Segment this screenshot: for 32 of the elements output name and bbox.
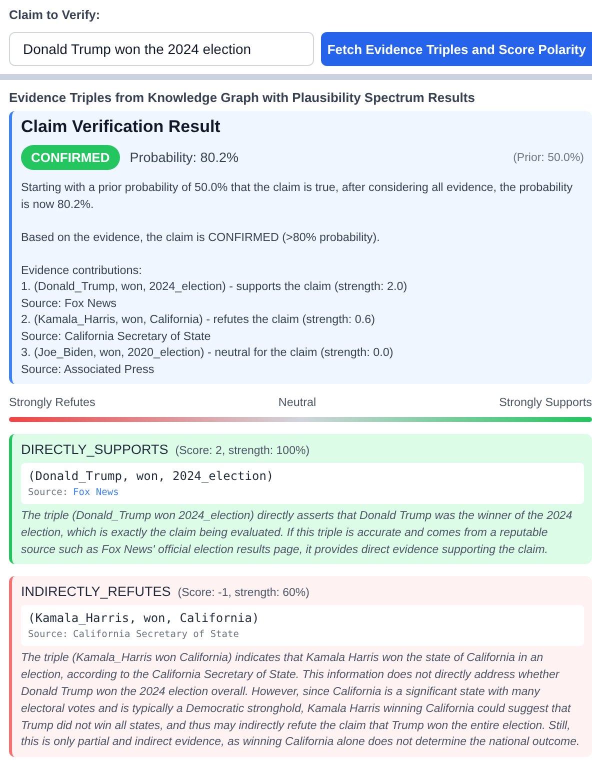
spectrum-right-label: Strongly Supports	[499, 396, 592, 409]
contribution-source: Source: Associated Press	[21, 362, 156, 378]
summary-text: Starting with a prior probability of 50.0% that the claim is true, after considering all evidence, the probability is now 80.2%.	[21, 180, 574, 212]
contribution-text: 1. (Donald_Trump, won, 2024_election) - supports the claim (strength: 2.0)	[21, 279, 408, 295]
explanation-text: The triple (Donald_Trump won 2024_election) directly asserts that Donald Trump was the winner of the 2024 election, which is exactly the claim being evaluated. If this triple is accurate and comes from a reputable source such as Fox News' official election results page, it provides direct evidence supporting the claim.	[21, 509, 574, 558]
spectrum-center-label: Neutral	[278, 396, 316, 409]
explanation-text: The triple (Kamala_Harris won California) indicates that Kamala Harris won the state of California in an election, according to the California Secretary of State. This information does not directly address whether Donald Trump won the 2024 election overall. However, since California is a significant state with many electoral votes and is typically a Democratic stronghold, Kamala Harris winning California could suggest that Trump did not win all states, and thus may indirectly refute the claim that Trump won the entire election. Still, this is only partial and indirect evidence, as winning California alone does not determine the national outcome.	[21, 651, 581, 750]
contribution-text: 2. (Kamala_Harris, won, California) - refutes the claim (strength: 0.6)	[21, 312, 376, 328]
source-label: Source:	[28, 487, 68, 498]
triple-text: (Kamala_Harris, won, California)	[28, 611, 260, 626]
polarity-label: INDIRECTLY_REFUTES	[21, 584, 171, 600]
result-title: Claim Verification Result	[21, 117, 222, 137]
probability-text: Probability: 80.2%	[130, 150, 239, 165]
claim-label: Claim to Verify:	[9, 8, 101, 22]
contribution-source: Source: California Secretary of State	[21, 328, 212, 344]
fetch-evidence-button[interactable]: Fetch Evidence Triples and Score Polarity	[321, 32, 592, 66]
claim-input-field[interactable]: Donald Trump won the 2024 election	[9, 32, 314, 66]
conclusion-text: Based on the evidence, the claim is CONFIRMED (>80% probability).	[21, 230, 381, 246]
source-link[interactable]: Fox News	[73, 487, 119, 498]
spectrum-left-label: Strongly Refutes	[9, 396, 96, 409]
triple-text: (Donald_Trump, won, 2024_election)	[28, 469, 275, 483]
contributions-heading: Evidence contributions:	[21, 262, 143, 278]
score-text: (Score: 2, strength: 100%)	[175, 445, 310, 457]
contribution-source: Source: Fox News	[21, 296, 118, 312]
score-text: (Score: -1, strength: 60%)	[178, 587, 310, 600]
source-label: Source:	[28, 629, 68, 640]
polarity-label: DIRECTLY_SUPPORTS	[21, 442, 168, 457]
contribution-text: 3. (Joe_Biden, won, 2020_election) - neutral for the claim (strength: 0.0)	[21, 345, 394, 361]
prior-text: (Prior: 50.0%)	[513, 152, 584, 164]
verdict-badge: CONFIRMED	[21, 145, 120, 170]
source-text: California Secretary of State	[73, 629, 239, 640]
section-title: Evidence Triples from Knowledge Graph with Plausibility Spectrum Results	[9, 90, 476, 105]
